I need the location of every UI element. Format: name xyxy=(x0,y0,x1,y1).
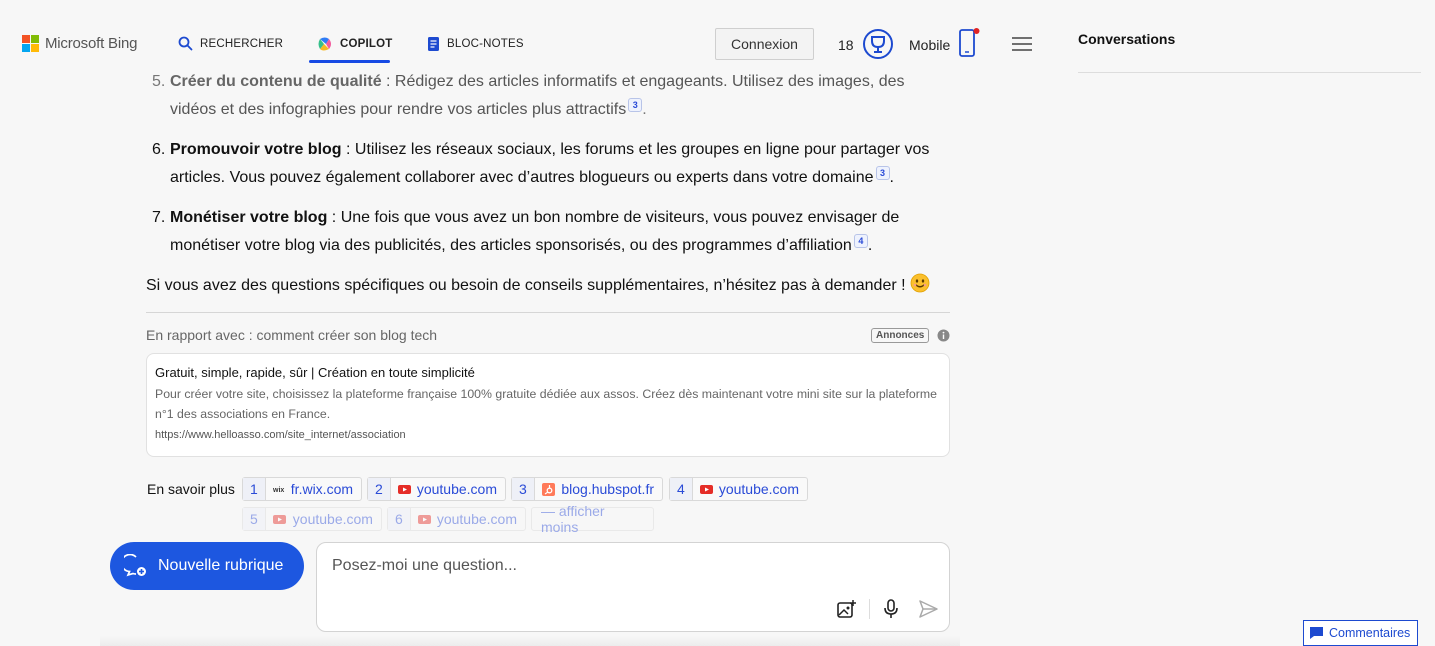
source-number: 6 xyxy=(388,508,411,530)
show-less-label: — afficher moins xyxy=(541,503,605,535)
conversations-title: Conversations xyxy=(1078,31,1176,47)
nav-label: BLOC-NOTES xyxy=(447,38,524,50)
feedback-button[interactable]: Commentaires xyxy=(1303,620,1418,646)
answer-content: 5. Créer du contenu de qualité : Rédigez… xyxy=(146,68,950,272)
source-chip[interactable]: 1 wix fr.wix.com xyxy=(242,477,362,501)
source-number: 5 xyxy=(243,508,266,530)
source-chip[interactable]: 5 youtube.com xyxy=(242,507,382,531)
ads-badge: Annonces xyxy=(871,328,930,343)
ad-description: Pour créer votre site, choisissez la pla… xyxy=(155,387,937,421)
chat-composer xyxy=(316,542,950,632)
step-end: . xyxy=(642,101,647,118)
citation-badge[interactable]: 3 xyxy=(628,98,643,112)
new-topic-button[interactable]: Nouvelle rubrique xyxy=(110,542,304,590)
wix-icon: wix xyxy=(273,482,285,496)
source-host: youtube.com xyxy=(416,481,497,497)
copilot-icon xyxy=(318,37,331,51)
logo-text: Microsoft Bing xyxy=(45,35,138,52)
step-end: . xyxy=(889,169,894,186)
notebook-icon xyxy=(428,37,439,51)
source-host: youtube.com xyxy=(292,511,373,527)
source-chip[interactable]: 3 blog.hubspot.fr xyxy=(511,477,663,501)
list-item: 5. Créer du contenu de qualité : Rédigez… xyxy=(146,68,950,124)
step-title: Promouvoir votre blog xyxy=(170,141,342,158)
youtube-icon xyxy=(417,512,431,526)
youtube-icon xyxy=(273,512,287,526)
nav-rechercher[interactable]: RECHERCHER xyxy=(178,36,283,51)
search-icon xyxy=(178,36,193,51)
step-number: 5. xyxy=(152,73,166,90)
rewards-trophy-icon[interactable] xyxy=(862,28,894,60)
source-number: 2 xyxy=(368,478,391,500)
nav-label: RECHERCHER xyxy=(200,37,284,50)
feedback-label: Commentaires xyxy=(1329,626,1411,640)
show-less-button[interactable]: — afficher moins xyxy=(531,503,654,535)
new-chat-icon xyxy=(124,554,146,577)
source-host: blog.hubspot.fr xyxy=(561,481,654,497)
microsoft-logo-icon xyxy=(22,35,39,52)
citation-badge[interactable]: 3 xyxy=(875,166,890,180)
nav-copilot[interactable]: COPILOT xyxy=(317,36,393,52)
hubspot-icon xyxy=(542,482,556,496)
step-number: 7. xyxy=(152,209,166,226)
ad-title[interactable]: Gratuit, simple, rapide, sûr | Création … xyxy=(155,364,941,382)
citation-badge[interactable]: 4 xyxy=(853,234,868,248)
source-chip[interactable]: 4 youtube.com xyxy=(669,477,808,501)
youtube-icon xyxy=(397,482,411,496)
sidebar-divider xyxy=(1078,72,1421,73)
source-number: 4 xyxy=(670,478,693,500)
image-search-icon[interactable] xyxy=(835,598,857,620)
mobile-label[interactable]: Mobile xyxy=(909,37,950,53)
list-item: 7. Monétiser votre blog : Une fois que v… xyxy=(146,204,950,260)
info-icon[interactable] xyxy=(937,329,950,342)
learn-more-label: En savoir plus xyxy=(147,481,235,497)
source-host: fr.wix.com xyxy=(290,481,354,497)
mobile-phone-icon[interactable] xyxy=(958,28,980,60)
bing-copilot-page: Microsoft Bing RECHERCHER COPILOT BLOC-N… xyxy=(0,0,1435,646)
source-host: youtube.com xyxy=(436,511,517,527)
step-end: . xyxy=(867,237,873,254)
step-number: 6. xyxy=(152,141,166,158)
youtube-icon xyxy=(699,482,713,496)
svg-text:wix: wix xyxy=(273,487,284,493)
feedback-comment-icon xyxy=(1310,627,1323,639)
ad-url[interactable]: https://www.helloasso.com/site_internet/… xyxy=(155,429,941,441)
smiling-face-emoji-icon xyxy=(910,273,930,293)
active-tab-indicator xyxy=(309,60,390,63)
steps-list: 5. Créer du contenu de qualité : Rédigez… xyxy=(146,68,950,260)
ad-card[interactable]: Gratuit, simple, rapide, sûr | Création … xyxy=(146,353,950,457)
source-chip[interactable]: 6 youtube.com xyxy=(387,507,526,531)
menu-hamburger-icon[interactable] xyxy=(1011,36,1033,52)
chat-input[interactable] xyxy=(332,557,932,575)
closing-text: Si vous avez des questions spécifiques o… xyxy=(146,277,911,294)
microphone-icon[interactable] xyxy=(880,598,902,620)
new-topic-label: Nouvelle rubrique xyxy=(158,557,284,574)
nav-bloc-notes[interactable]: BLOC-NOTES xyxy=(427,36,524,52)
ads-divider xyxy=(146,312,950,313)
source-number: 3 xyxy=(512,478,535,500)
rewards-points[interactable]: 18 xyxy=(838,37,854,53)
nav-label: COPILOT xyxy=(340,38,393,50)
ads-related-label: En rapport avec : comment créer son blog… xyxy=(146,327,438,343)
source-chip[interactable]: 2 youtube.com xyxy=(367,477,506,501)
send-icon[interactable] xyxy=(917,598,939,620)
closing-paragraph: Si vous avez des questions spécifiques o… xyxy=(146,272,930,300)
source-number: 1 xyxy=(243,478,266,500)
list-item: 6. Promouvoir votre blog : Utilisez les … xyxy=(146,136,950,192)
connexion-button[interactable]: Connexion xyxy=(715,28,814,60)
step-title: Monétiser votre blog xyxy=(170,209,328,226)
step-title: Créer du contenu de qualité xyxy=(170,73,382,90)
source-host: youtube.com xyxy=(718,481,799,497)
tool-divider xyxy=(869,599,870,619)
bottom-shadow xyxy=(100,636,960,646)
bing-logo[interactable]: Microsoft Bing xyxy=(22,35,137,52)
